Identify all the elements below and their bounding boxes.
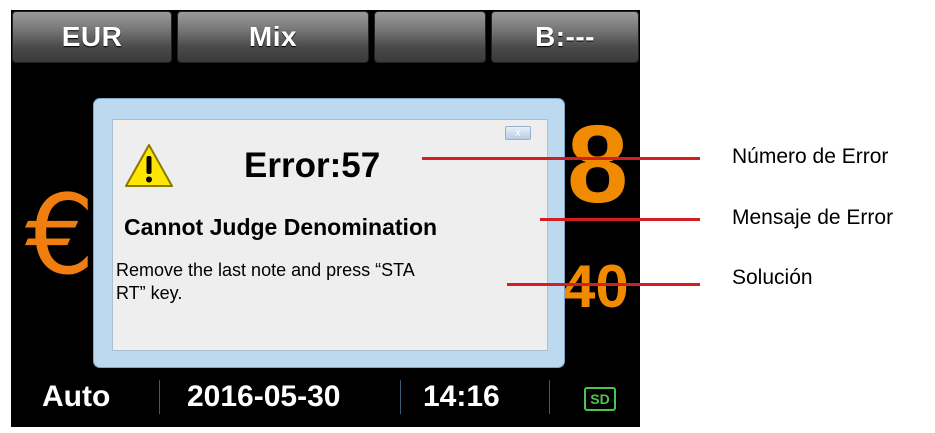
top-button-bar: EUR Mix B:--- [11,10,640,68]
error-number-callout-line [422,157,700,160]
status-divider [400,380,401,414]
error-message: Cannot Judge Denomination [124,214,438,240]
status-divider [549,380,550,414]
status-date: 2016-05-30 [187,380,341,413]
batch-button[interactable]: B:--- [491,11,639,63]
status-bar: Auto 2016-05-30 14:16 SD [11,370,640,427]
error-number-label: Número de Error [732,145,889,168]
close-button[interactable]: x [505,126,531,140]
status-divider [159,380,160,414]
solution-line-1: Remove the last note and press “STA [116,260,415,280]
currency-button[interactable]: EUR [12,11,172,63]
solution-line-2: RT” key. [116,283,183,303]
error-message-callout-line [540,218,700,221]
euro-symbol: € [25,171,95,299]
solution-label: Solución [732,266,813,289]
status-time: 14:16 [423,380,500,413]
error-dialog: x Error:57 Cannot Judge Denomination Rem… [93,98,565,368]
error-solution: Remove the last note and press “STA RT” … [116,259,546,305]
count-digit: 8 [567,103,629,226]
error-message-label: Mensaje de Error [732,206,894,229]
solution-callout-line [507,283,700,286]
status-mode: Auto [42,380,111,413]
blank-button[interactable] [374,11,486,63]
sd-card-icon: SD [584,387,616,411]
mode-button[interactable]: Mix [177,11,369,63]
error-number: Error:57 [244,146,381,185]
warning-icon [125,144,173,187]
amount-digits: 40 [562,253,629,320]
